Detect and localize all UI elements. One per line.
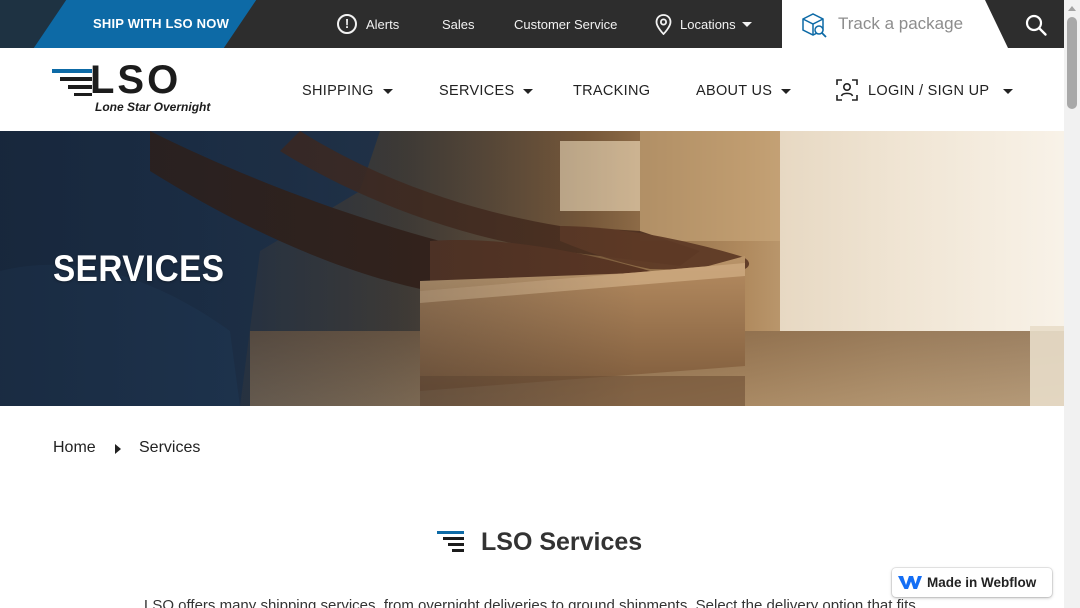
locations-link[interactable]: Locations <box>680 17 736 32</box>
ship-with-lso-button[interactable]: SHIP WITH LSO NOW <box>0 0 256 48</box>
package-search-icon <box>802 13 827 38</box>
chevron-down-icon <box>1003 88 1014 94</box>
nav-about[interactable]: ABOUT US <box>696 83 792 99</box>
chevron-down-icon <box>382 88 393 94</box>
page: SHIP WITH LSO NOW ! Alerts Sales Custome… <box>0 0 1064 608</box>
section-title: LSO Services <box>481 528 643 556</box>
hero-banner: SERVICES <box>0 131 1064 406</box>
nav-tracking[interactable]: TRACKING <box>573 83 650 99</box>
scrollbar-thumb[interactable] <box>1067 17 1077 109</box>
user-scan-icon[interactable] <box>836 79 858 101</box>
chevron-down-icon[interactable] <box>742 22 752 27</box>
webflow-icon <box>898 576 922 589</box>
made-in-webflow-badge[interactable]: Made in Webflow <box>892 568 1052 597</box>
nav-tracking-label: TRACKING <box>573 83 651 99</box>
page-title: SERVICES <box>53 248 225 289</box>
logo-wordmark: LSO <box>90 58 182 102</box>
alerts-link[interactable]: Alerts <box>366 17 399 32</box>
nav-login-label: LOGIN / SIGN UP <box>868 83 990 99</box>
nav-shipping[interactable]: SHIPPING <box>302 83 393 99</box>
track-package-input[interactable] <box>838 11 988 37</box>
lso-stripes-icon <box>52 69 92 96</box>
scrollbar[interactable] <box>1064 0 1080 608</box>
breadcrumb-home-link[interactable]: Home <box>53 439 96 457</box>
nav-login[interactable]: LOGIN / SIGN UP <box>868 83 1014 99</box>
lso-logo[interactable]: LSO Lone Star Overnight <box>52 58 210 116</box>
search-icon[interactable] <box>1024 13 1048 37</box>
nav-shipping-label: SHIPPING <box>302 83 374 99</box>
location-pin-icon[interactable] <box>655 14 672 35</box>
customer-service-link[interactable]: Customer Service <box>514 17 617 32</box>
logo-tagline: Lone Star Overnight <box>95 100 211 114</box>
utility-bar: SHIP WITH LSO NOW ! Alerts Sales Custome… <box>0 0 1064 48</box>
chevron-down-icon <box>523 88 534 94</box>
ship-with-lso-label: SHIP WITH LSO NOW <box>93 16 230 31</box>
nav-services-label: SERVICES <box>439 83 515 99</box>
chevron-right-icon <box>115 444 121 454</box>
webflow-badge-label: Made in Webflow <box>927 575 1037 590</box>
chevron-down-icon <box>781 88 792 94</box>
lso-stripes-icon <box>437 531 464 552</box>
intro-paragraph: LSO offers many shipping services, from … <box>144 597 916 608</box>
breadcrumb-current: Services <box>139 439 201 456</box>
alert-icon[interactable]: ! <box>337 14 357 34</box>
sales-link[interactable]: Sales <box>442 17 475 32</box>
nav-services[interactable]: SERVICES <box>439 83 534 99</box>
main-nav: LSO Lone Star Overnight SHIPPING SERVICE… <box>0 48 1064 131</box>
nav-about-label: ABOUT US <box>696 83 773 99</box>
scroll-up-arrow-icon[interactable] <box>1068 6 1076 11</box>
